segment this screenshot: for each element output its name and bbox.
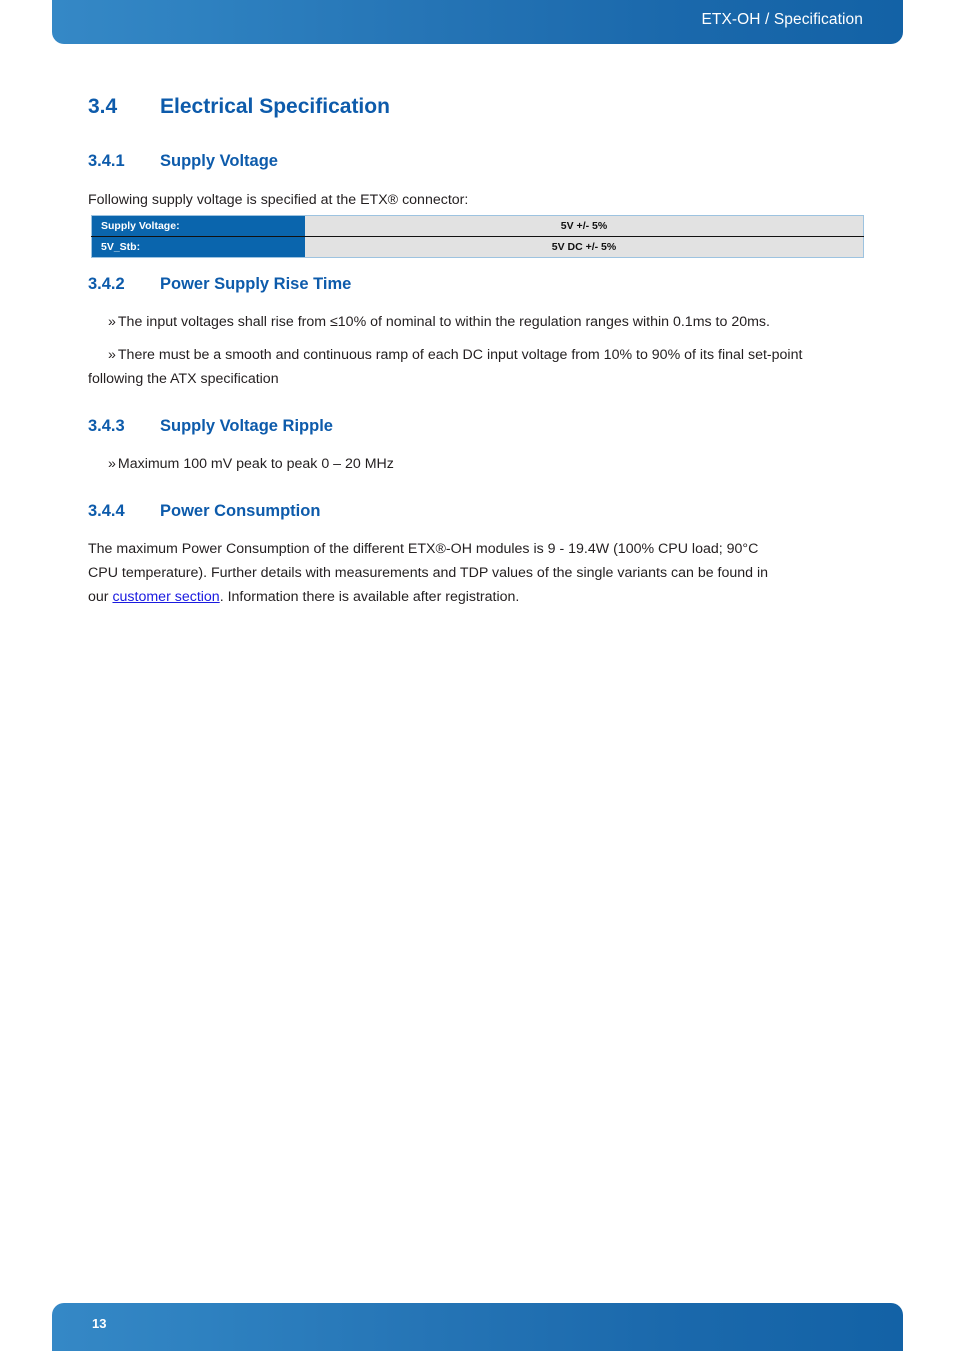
table-cell-value: 5V DC +/- 5% bbox=[305, 236, 864, 258]
subsection-title-3-4-3: Supply Voltage Ripple bbox=[160, 417, 333, 435]
subsection-heading-3-4-2: 3.4.2 Power Supply Rise Time bbox=[88, 275, 351, 294]
supply-voltage-table: Supply Voltage: 5V +/- 5% 5V_Stb: 5V DC … bbox=[91, 215, 864, 258]
table-row: 5V_Stb: 5V DC +/- 5% bbox=[91, 236, 864, 258]
section-title-3-4: Electrical Specification bbox=[160, 95, 390, 118]
bullet-text: There must be a smooth and continuous ra… bbox=[117, 347, 803, 363]
bullet-item: » The input voltages shall rise from ≤10%… bbox=[108, 310, 770, 334]
table-cell-label: 5V_Stb: bbox=[91, 236, 305, 258]
section-heading-3-4: 3.4 Electrical Specification bbox=[88, 95, 390, 119]
bullet-text: Maximum 100 mV peak to peak 0 – 20 MHz bbox=[117, 456, 394, 472]
bullet-marker-icon: » bbox=[108, 347, 116, 363]
power-consumption-paragraph: The maximum Power Consumption of the dif… bbox=[88, 537, 788, 609]
bullet-item: » Maximum 100 mV peak to peak 0 – 20 MHz bbox=[108, 452, 394, 476]
bullet-text-continuation: following the ATX specification bbox=[88, 371, 279, 387]
subsection-heading-3-4-3: 3.4.3 Supply Voltage Ripple bbox=[88, 417, 333, 436]
customer-section-link[interactable]: customer section bbox=[112, 589, 219, 605]
bullet-item: » There must be a smooth and continuous r… bbox=[88, 343, 803, 391]
table-row: Supply Voltage: 5V +/- 5% bbox=[91, 215, 864, 237]
subsection-heading-3-4-1: 3.4.1 Supply Voltage bbox=[88, 152, 278, 171]
subsection-number-3-4-4: 3.4.4 bbox=[88, 502, 125, 520]
supply-voltage-intro: Following supply voltage is specified at… bbox=[88, 192, 469, 208]
section-number-3-4: 3.4 bbox=[88, 95, 118, 118]
subsection-number-3-4-2: 3.4.2 bbox=[88, 275, 125, 293]
subsection-number-3-4-3: 3.4.3 bbox=[88, 417, 125, 435]
bullet-marker-icon: » bbox=[108, 456, 116, 472]
subsection-title-3-4-2: Power Supply Rise Time bbox=[160, 275, 352, 293]
page-number: 13 bbox=[92, 1316, 107, 1331]
bullet-text: The input voltages shall rise from ≤10% … bbox=[117, 314, 770, 330]
header-title: ETX-OH / Specification bbox=[701, 11, 863, 28]
page-header-bar: ETX-OH / Specification bbox=[52, 0, 903, 44]
subsection-heading-3-4-4: 3.4.4 Power Consumption bbox=[88, 502, 320, 521]
paragraph-text-after-link: . Information there is available after r… bbox=[219, 589, 520, 605]
bullet-marker-icon: » bbox=[108, 314, 116, 330]
table-cell-value: 5V +/- 5% bbox=[305, 215, 864, 237]
subsection-title-3-4-4: Power Consumption bbox=[160, 502, 321, 520]
table-cell-label: Supply Voltage: bbox=[91, 215, 305, 237]
subsection-number-3-4-1: 3.4.1 bbox=[88, 152, 125, 170]
page-footer-bar: 13 bbox=[52, 1303, 903, 1351]
subsection-title-3-4-1: Supply Voltage bbox=[160, 152, 278, 170]
